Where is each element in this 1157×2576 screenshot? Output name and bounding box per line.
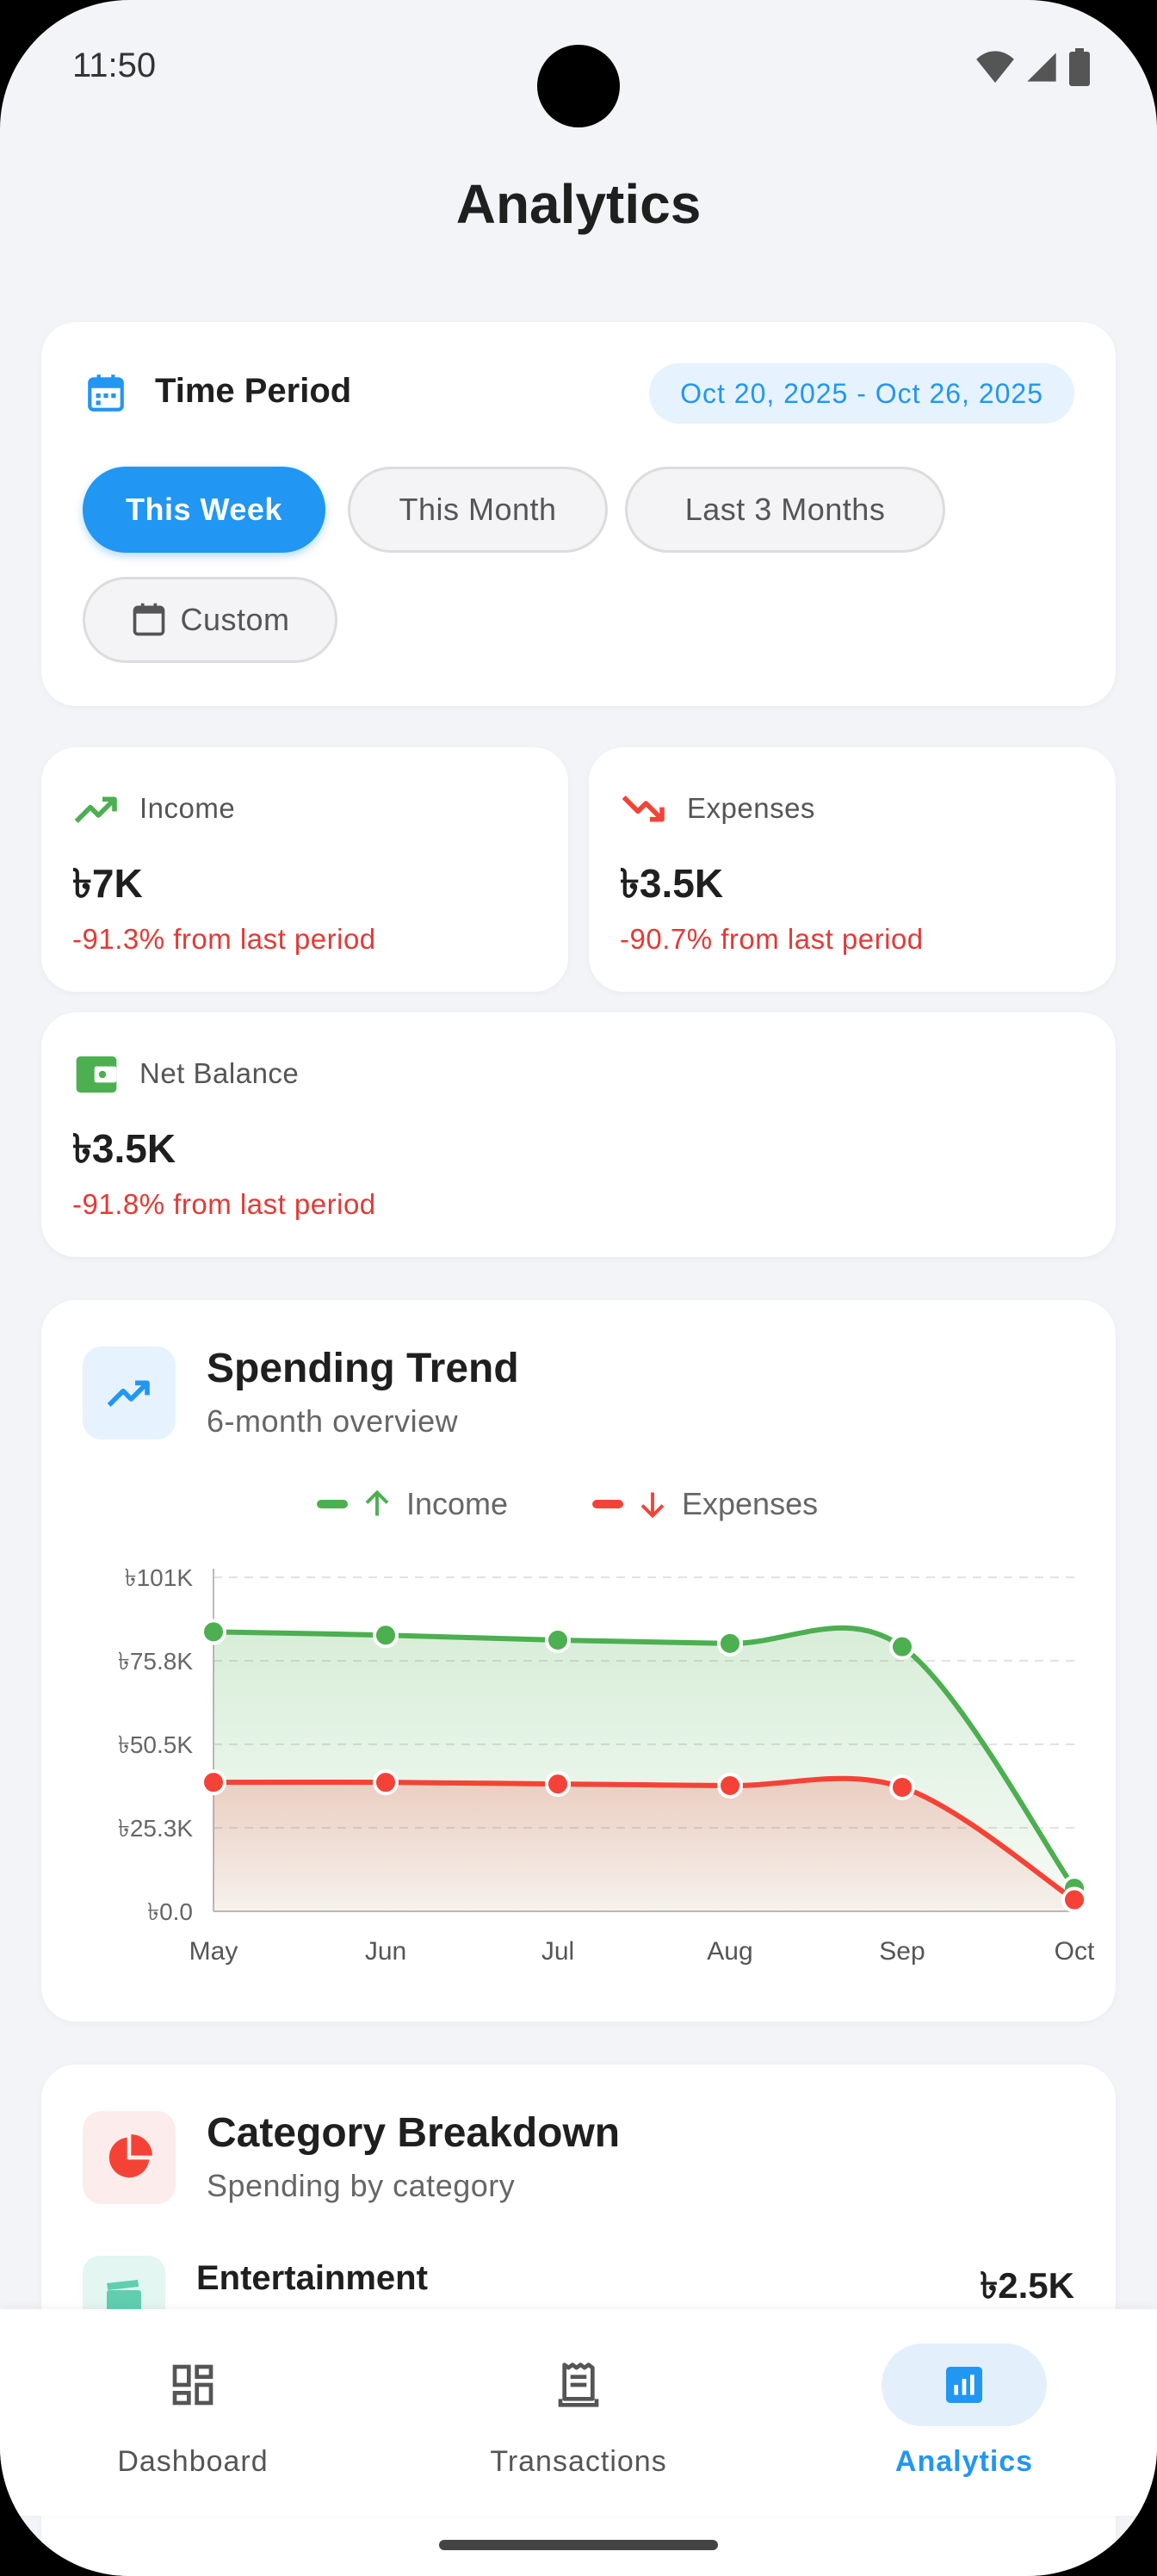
legend-swatch: [592, 1500, 623, 1508]
net-balance-card: Net Balance ৳3.5K -91.8% from last perio…: [41, 1012, 1116, 1257]
battery-icon: [1069, 48, 1090, 86]
y-tick-label: ৳101K: [125, 1564, 194, 1591]
legend-swatch: [317, 1500, 348, 1508]
nav-icon-container: [882, 2344, 1047, 2426]
x-tick-label: Sep: [879, 1937, 925, 1966]
chip-label: Last 3 Months: [684, 492, 886, 527]
data-point: [889, 1633, 915, 1660]
data-point: [201, 1619, 226, 1645]
y-tick-label: ৳50.5K: [118, 1731, 193, 1758]
legend-label: Income: [406, 1486, 509, 1521]
expenses-label: Expenses: [687, 792, 815, 824]
calendar-icon: [88, 375, 124, 412]
phone-screen: 11:50 Analytics Time Period Oct 20, 2025…: [0, 0, 1157, 2576]
wifi-icon: [976, 51, 1014, 84]
nav-label: Dashboard: [117, 2445, 269, 2478]
nav-icon-container: [496, 2344, 661, 2426]
data-point: [717, 1630, 743, 1656]
y-tick-label: ৳0.0: [147, 1898, 193, 1925]
time-period-card: Time Period Oct 20, 2025 - Oct 26, 2025 …: [41, 322, 1116, 706]
time-period-title: Time Period: [155, 372, 352, 410]
x-tick-label: Aug: [707, 1937, 752, 1966]
data-point: [545, 1626, 571, 1653]
chip-last-3-months[interactable]: Last 3 Months: [625, 467, 945, 553]
x-tick-label: Jun: [365, 1937, 406, 1966]
category-item-name: Entertainment: [196, 2259, 428, 2297]
nav-label: Transactions: [490, 2445, 667, 2478]
dashboard-icon: [172, 2364, 213, 2406]
category-breakdown-title: Category Breakdown: [207, 2110, 621, 2156]
nav-icon-container: [110, 2344, 275, 2426]
y-tick-label: ৳75.8K: [118, 1648, 193, 1675]
spending-trend-title: Spending Trend: [207, 1346, 519, 1391]
chip-this-month[interactable]: This Month: [348, 467, 608, 553]
trending-down-icon: [622, 796, 665, 822]
pie-chart-icon: [108, 2134, 152, 2178]
legend-income: Income: [317, 1486, 508, 1522]
analytics-icon: [946, 2367, 982, 2403]
x-tick-label: Oct: [1055, 1937, 1095, 1966]
status-bar: 11:50: [0, 0, 1157, 129]
status-time: 11:50: [72, 46, 157, 84]
spending-trend-card: Spending Trend 6-month overview Income E…: [41, 1300, 1116, 2022]
status-icons: [976, 48, 1090, 86]
data-point: [373, 1622, 399, 1649]
signal-icon: [1027, 53, 1056, 82]
data-point: [201, 1769, 226, 1796]
x-tick-label: Jul: [541, 1937, 574, 1966]
arrow-up-icon: [365, 1489, 389, 1516]
chip-custom[interactable]: Custom: [83, 577, 337, 663]
expenses-card: Expenses ৳3.5K -90.7% from last period: [589, 747, 1116, 992]
data-point: [889, 1774, 915, 1800]
x-tick-label: May: [189, 1937, 238, 1966]
nav-item-analytics[interactable]: Analytics: [783, 2344, 1145, 2479]
expenses-change: -90.7% from last period: [620, 923, 924, 955]
net-balance-label: Net Balance: [139, 1057, 300, 1089]
legend-expenses: Expenses: [592, 1486, 818, 1522]
nav-label: Analytics: [894, 2445, 1034, 2478]
data-point: [373, 1769, 399, 1796]
receipt-icon: [558, 2362, 599, 2407]
spending-trend-chart: ৳0.0 ৳25.3K ৳50.5K ৳75.8K ৳101K May Jun Jul Aug S…: [118, 1564, 1095, 1966]
chip-this-week[interactable]: This Week: [83, 467, 325, 553]
camera-cutout: [537, 45, 620, 127]
gesture-bar: [439, 2540, 718, 2550]
data-point: [545, 1771, 571, 1798]
nav-item-dashboard[interactable]: Dashboard: [12, 2344, 374, 2479]
category-breakdown-subtitle: Spending by category: [207, 2168, 516, 2203]
pie-icon-box: [83, 2111, 176, 2204]
nav-item-transactions[interactable]: Transactions: [398, 2344, 759, 2479]
legend-label: Expenses: [682, 1486, 819, 1521]
expenses-value: ৳3.5K: [620, 861, 724, 906]
arrow-down-icon: [640, 1492, 665, 1519]
income-card: Income ৳7K -91.3% from last period: [41, 747, 568, 992]
income-label: Income: [139, 792, 236, 824]
data-point: [1061, 1886, 1087, 1913]
chip-label: This Week: [126, 492, 282, 527]
chip-label: This Month: [399, 492, 557, 527]
data-point: [717, 1773, 743, 1799]
net-balance-change: -91.8% from last period: [72, 1188, 376, 1220]
date-range-badge: Oct 20, 2025 - Oct 26, 2025: [649, 363, 1074, 424]
trend-icon-box: [83, 1347, 176, 1440]
trending-up-icon: [107, 1380, 150, 1407]
wallet-icon: [76, 1056, 117, 1093]
spending-trend-subtitle: 6-month overview: [207, 1403, 459, 1439]
net-balance-value: ৳3.5K: [72, 1126, 176, 1171]
trending-up-icon: [74, 796, 117, 823]
bottom-navigation: Dashboard Transactions Analytics: [0, 2309, 1157, 2516]
page-title: Analytics: [455, 173, 702, 235]
chip-label: Custom: [180, 602, 290, 637]
calendar-icon: [133, 603, 165, 636]
y-tick-label: ৳25.3K: [118, 1815, 193, 1842]
income-change: -91.3% from last period: [72, 923, 376, 955]
income-value: ৳7K: [72, 861, 143, 906]
